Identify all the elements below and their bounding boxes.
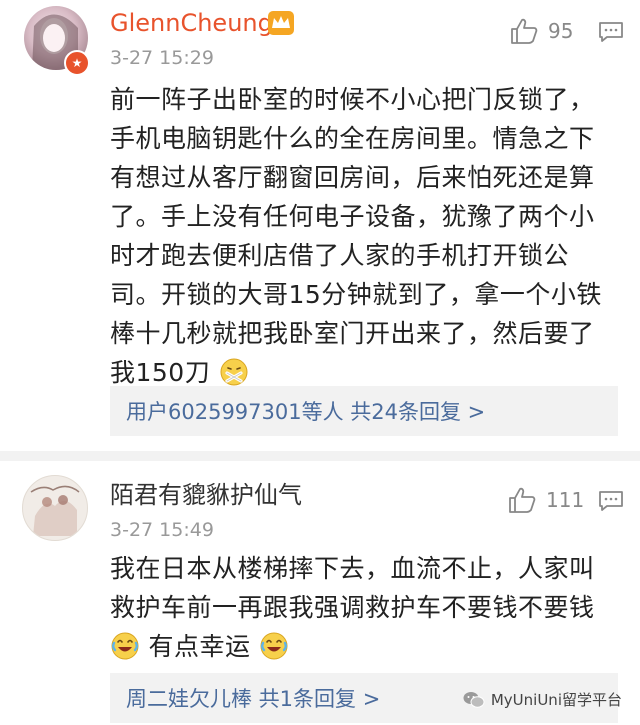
comment-line: 有想过从客厅翻窗回房间，后来怕死还是算 xyxy=(110,163,595,192)
comment-line: 棒十几秒就把我卧室门开出来了，然后要了 xyxy=(110,319,595,348)
comment-line: 我在日本从楼梯摔下去，血流不止，人家叫 xyxy=(110,554,595,583)
wechat-logo-icon xyxy=(463,691,485,708)
like-count: 111 xyxy=(546,488,585,512)
laughing-crying-emoji-icon xyxy=(111,632,139,660)
avatar-image xyxy=(30,485,80,536)
verified-badge-icon: ★ xyxy=(64,50,90,76)
avatar[interactable] xyxy=(22,475,88,541)
thumbs-up-icon xyxy=(509,487,536,513)
comment-line: 了。手上没有任何电子设备，犹豫了两个小 xyxy=(110,202,595,231)
comment-line: 前一阵子出卧室的时候不小心把门反锁了， xyxy=(110,85,595,114)
like-count: 95 xyxy=(548,19,574,43)
replies-summary-text: 用户6025997301等人 共24条回复 > xyxy=(126,400,486,424)
timestamp: 3-27 15:49 xyxy=(110,519,214,541)
replies-summary-text: 周二娃欠儿棒 共1条回复 > xyxy=(126,687,381,711)
thumbs-up-icon xyxy=(511,18,538,44)
like-button[interactable]: 111 xyxy=(508,487,584,513)
username[interactable]: GlennCheung xyxy=(110,9,273,37)
comment-reply-icon[interactable] xyxy=(598,21,624,43)
comment-2: 陌君有貔貅护仙气 3-27 15:49 111 我在日本从楼梯摔下去，血流不止，… xyxy=(0,461,640,725)
comment-last-line: 有点幸运 xyxy=(110,627,595,666)
replies-summary[interactable]: 用户6025997301等人 共24条回复 > xyxy=(110,386,618,436)
watermark-text: MyUniUni留学平台 xyxy=(490,691,622,709)
comment-line: 有点幸运 xyxy=(148,632,251,661)
watermark: MyUniUni留学平台 xyxy=(463,689,622,710)
like-button[interactable]: 95 xyxy=(510,18,573,44)
comment-body: 前一阵子出卧室的时候不小心把门反锁了， 手机电脑钥匙什么的全在房间里。情急之下 … xyxy=(110,80,602,392)
vip-crown-icon xyxy=(268,11,294,35)
divider xyxy=(0,451,640,461)
shushing-emoji-icon xyxy=(220,358,248,386)
comment-line: 手机电脑钥匙什么的全在房间里。情急之下 xyxy=(110,124,595,153)
comment-line: 我150刀 xyxy=(110,358,211,387)
comment-line: 救护车前一再跟我强调救护车不要钱不要钱 xyxy=(110,593,595,622)
comment-line: 时才跑去便利店借了人家的手机打开锁公 xyxy=(110,241,570,270)
timestamp: 3-27 15:29 xyxy=(110,47,214,69)
comment-line: 司。开锁的大哥15分钟就到了，拿一个小铁 xyxy=(110,280,602,309)
comment-1: ★ GlennCheung 3-27 15:29 95 前一阵子出卧室的时候不小… xyxy=(0,0,640,445)
laughing-crying-emoji-icon xyxy=(260,632,288,660)
username[interactable]: 陌君有貔貅护仙气 xyxy=(110,481,302,509)
comment-reply-icon[interactable] xyxy=(598,490,624,512)
comment-body: 我在日本从楼梯摔下去，血流不止，人家叫 救护车前一再跟我强调救护车不要钱不要钱 … xyxy=(110,549,595,666)
